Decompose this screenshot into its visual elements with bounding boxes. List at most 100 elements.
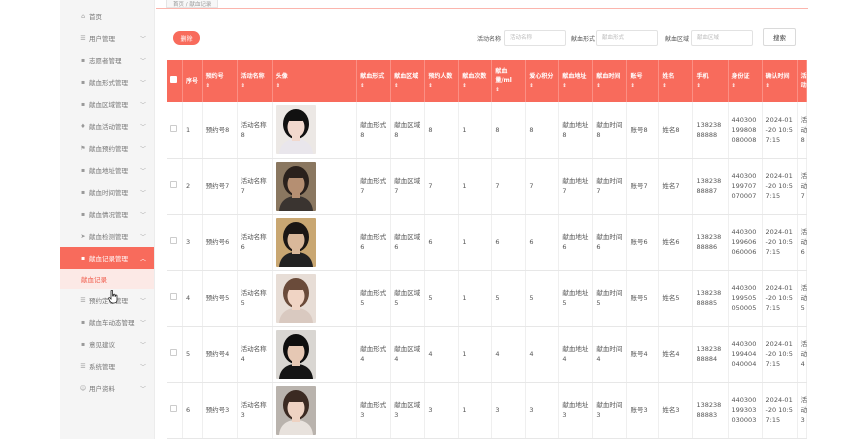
column-header[interactable]: 献血量/ml ⇕ bbox=[491, 60, 527, 102]
column-header[interactable]: 活动 bbox=[797, 60, 808, 102]
cell-quyu: 献血区域8 bbox=[390, 102, 426, 159]
row-checkbox[interactable] bbox=[170, 405, 177, 412]
table-row[interactable]: 4 预约号5 活动名称5 献血形式5 献血区域5 5 1 5 5 献血地址5 献血时间5 账号5 姓名5… bbox=[167, 270, 807, 327]
sidebar-item-items-0[interactable]: ⌂ 首页 bbox=[60, 5, 154, 27]
sidebar-item-items-5[interactable]: ♦ 献血活动管理 ﹀ bbox=[60, 115, 154, 137]
sidebar-item-items-2[interactable]: ▪ 志愿者管理 ﹀ bbox=[60, 49, 154, 71]
grid-icon: ▪ bbox=[80, 56, 86, 64]
sidebar-item-items-6[interactable]: ⚑ 献血预约管理 ﹀ bbox=[60, 137, 154, 159]
cell-idx: 6 bbox=[182, 382, 203, 439]
sidebar-item-items-9[interactable]: ▪ 献血情况管理 ﹀ bbox=[60, 203, 154, 225]
delete-button[interactable]: 删除 bbox=[173, 31, 200, 45]
cell-idx: 2 bbox=[182, 158, 203, 215]
sort-icon[interactable]: ⇕ bbox=[529, 83, 533, 89]
column-header[interactable]: 预约人数 ⇕ bbox=[424, 60, 460, 102]
sidebar-item-items-1[interactable]: ☰ 用户管理 ﹀ bbox=[60, 27, 154, 49]
row-select-cell[interactable] bbox=[167, 158, 183, 215]
search-input-form[interactable]: 献血形式 bbox=[596, 30, 658, 46]
table-row[interactable]: 2 预约号7 活动名称7 献血形式7 献血区域7 7 1 7 7 献血地址7 献血时间7 账号7 姓名7… bbox=[167, 158, 807, 215]
table-row[interactable]: 6 预约号3 活动名称3 献血形式3 献血区域3 3 1 3 3 献血地址3 献血时间3 账号3 姓名3… bbox=[167, 382, 807, 439]
cell-xingming: 姓名8 bbox=[658, 102, 694, 159]
sort-icon[interactable]: ⇕ bbox=[394, 83, 398, 89]
sort-icon[interactable]: ⇕ bbox=[276, 83, 280, 89]
sidebar: ⌂ 首页 ☰ 用户管理 ﹀ ▪ 志愿者管理 ﹀ ▪ 献血形式管理 ﹀ ▪ 献血区域管理 ﹀ ♦ 献血活动管理 ﹀… bbox=[60, 0, 155, 439]
search-input-area[interactable]: 献血区域 bbox=[691, 30, 753, 46]
column-header[interactable]: 头像 ⇕ bbox=[272, 60, 358, 102]
sort-icon[interactable]: ⇕ bbox=[630, 83, 634, 89]
sort-icon[interactable]: ⇕ bbox=[495, 87, 499, 93]
row-checkbox[interactable] bbox=[170, 237, 177, 244]
column-header[interactable]: 献血时间 ⇕ bbox=[592, 60, 628, 102]
column-header[interactable]: 献血地址 ⇕ bbox=[558, 60, 594, 102]
sort-icon[interactable]: ⇕ bbox=[696, 83, 700, 89]
sort-icon[interactable]: ⇕ bbox=[360, 83, 364, 89]
column-header[interactable]: 姓名 ⇕ bbox=[658, 60, 694, 102]
table-row[interactable]: 1 预约号8 活动名称8 献血形式8 献血区域8 8 1 8 8 献血地址8 献血时间8 账号8 姓名8… bbox=[167, 102, 807, 159]
column-header[interactable]: 账号 ⇕ bbox=[626, 60, 660, 102]
row-checkbox[interactable] bbox=[170, 124, 177, 132]
column-header[interactable]: 献血次数 ⇕ bbox=[458, 60, 493, 102]
column-header[interactable]: 献血区域 ⇕ bbox=[390, 60, 426, 102]
sort-icon[interactable]: ⇕ bbox=[732, 83, 736, 89]
avatar-image bbox=[275, 105, 316, 155]
sidebar-item-items_after-0[interactable]: ☰ 预约定心管理 ﹀ bbox=[60, 289, 154, 311]
sidebar-item-items_after-3[interactable]: ☰ 系统管理 ﹀ bbox=[60, 355, 154, 377]
row-select-cell[interactable] bbox=[167, 326, 183, 383]
sidebar-item-items-11[interactable]: ▪ 献血记录管理 ︿ bbox=[60, 247, 154, 269]
cell-extra: 活动8 bbox=[797, 102, 807, 159]
cell-quyu: 献血区域5 bbox=[390, 270, 426, 327]
column-header[interactable]: 手机 ⇕ bbox=[692, 60, 729, 102]
column-header[interactable]: 身份证 ⇕ bbox=[728, 60, 763, 102]
row-checkbox[interactable] bbox=[170, 349, 177, 356]
cell-dizhi: 献血地址4 bbox=[558, 326, 594, 383]
sidebar-item-items_after-4[interactable]: ☺ 用户资料 ﹀ bbox=[60, 377, 154, 399]
sort-icon[interactable]: ⇕ bbox=[462, 83, 466, 89]
cell-dizhi: 献血地址8 bbox=[558, 102, 594, 159]
sidebar-item-items-8[interactable]: ▪ 献血时间管理 ﹀ bbox=[60, 181, 154, 203]
sort-icon[interactable]: ⇕ bbox=[766, 83, 770, 89]
cell-queren: 2024-01-20 10:57:15 bbox=[762, 382, 798, 439]
sidebar-item-items-3[interactable]: ▪ 献血形式管理 ﹀ bbox=[60, 71, 154, 93]
cell-renshu: 5 bbox=[424, 270, 460, 327]
sort-icon[interactable]: ⇕ bbox=[206, 83, 210, 89]
column-header-label: 献血区域 bbox=[394, 72, 419, 80]
search-button[interactable]: 搜索 bbox=[763, 28, 796, 46]
row-select-cell[interactable] bbox=[167, 102, 183, 159]
sidebar-subitem-records[interactable]: 献血记录 bbox=[60, 269, 154, 289]
sidebar-item-items-7[interactable]: ▪ 献血地址管理 ﹀ bbox=[60, 159, 154, 181]
table-row[interactable]: 5 预约号4 活动名称4 献血形式4 献血区域4 4 1 4 4 献血地址4 献血时间4 账号4 姓名4… bbox=[167, 326, 807, 383]
grid-icon: ▪ bbox=[80, 340, 86, 348]
row-checkbox[interactable] bbox=[170, 293, 177, 300]
column-header[interactable]: 献血形式 ⇕ bbox=[356, 60, 392, 102]
row-select-cell[interactable] bbox=[167, 214, 183, 271]
column-header[interactable]: 爱心积分 ⇕ bbox=[525, 60, 560, 102]
sort-icon[interactable]: ⇕ bbox=[562, 83, 566, 89]
select-all-cell[interactable] bbox=[167, 60, 183, 102]
sidebar-item-items-4[interactable]: ▪ 献血区域管理 ﹀ bbox=[60, 93, 154, 115]
cell-queren: 2024-01-20 10:57:15 bbox=[762, 102, 798, 159]
column-header[interactable]: 预约号 ⇕ bbox=[202, 60, 238, 102]
bulb-icon: ♦ bbox=[80, 122, 86, 130]
cell-huodong: 活动名称6 bbox=[237, 214, 273, 271]
cell-xingming: 姓名5 bbox=[658, 270, 694, 327]
sort-icon[interactable]: ⇕ bbox=[428, 83, 432, 89]
select-all-checkbox[interactable] bbox=[170, 76, 177, 83]
sort-icon[interactable]: ⇕ bbox=[596, 83, 600, 89]
sort-icon[interactable]: ⇕ bbox=[662, 83, 666, 89]
column-header[interactable]: 活动名称 ⇕ bbox=[237, 60, 273, 102]
row-checkbox[interactable] bbox=[170, 181, 177, 188]
tab-current[interactable]: 首页 / 献血记录 bbox=[166, 0, 219, 8]
column-header[interactable]: 序号 bbox=[182, 60, 203, 102]
cell-renshu: 4 bbox=[424, 326, 460, 383]
sort-icon[interactable]: ⇕ bbox=[241, 83, 245, 89]
cell-shouji: 13823888887 bbox=[692, 158, 729, 215]
table-row[interactable]: 3 预约号6 活动名称6 献血形式6 献血区域6 6 1 6 6 献血地址6 献血时间6 账号6 姓名6… bbox=[167, 214, 807, 271]
sidebar-item-items-10[interactable]: ➤ 献血检测管理 ﹀ bbox=[60, 225, 154, 247]
column-header[interactable]: 确认时间 ⇕ bbox=[762, 60, 798, 102]
row-select-cell[interactable] bbox=[167, 270, 183, 327]
sidebar-item-items_after-2[interactable]: ▪ 意见建议 ﹀ bbox=[60, 333, 154, 355]
cell-shenfen: 440300199707070007 bbox=[728, 158, 763, 215]
row-select-cell[interactable] bbox=[167, 382, 183, 439]
sidebar-item-items_after-1[interactable]: ▪ 献血车动态管理 ﹀ bbox=[60, 311, 154, 333]
search-input-activity[interactable]: 活动名称 bbox=[504, 30, 566, 46]
